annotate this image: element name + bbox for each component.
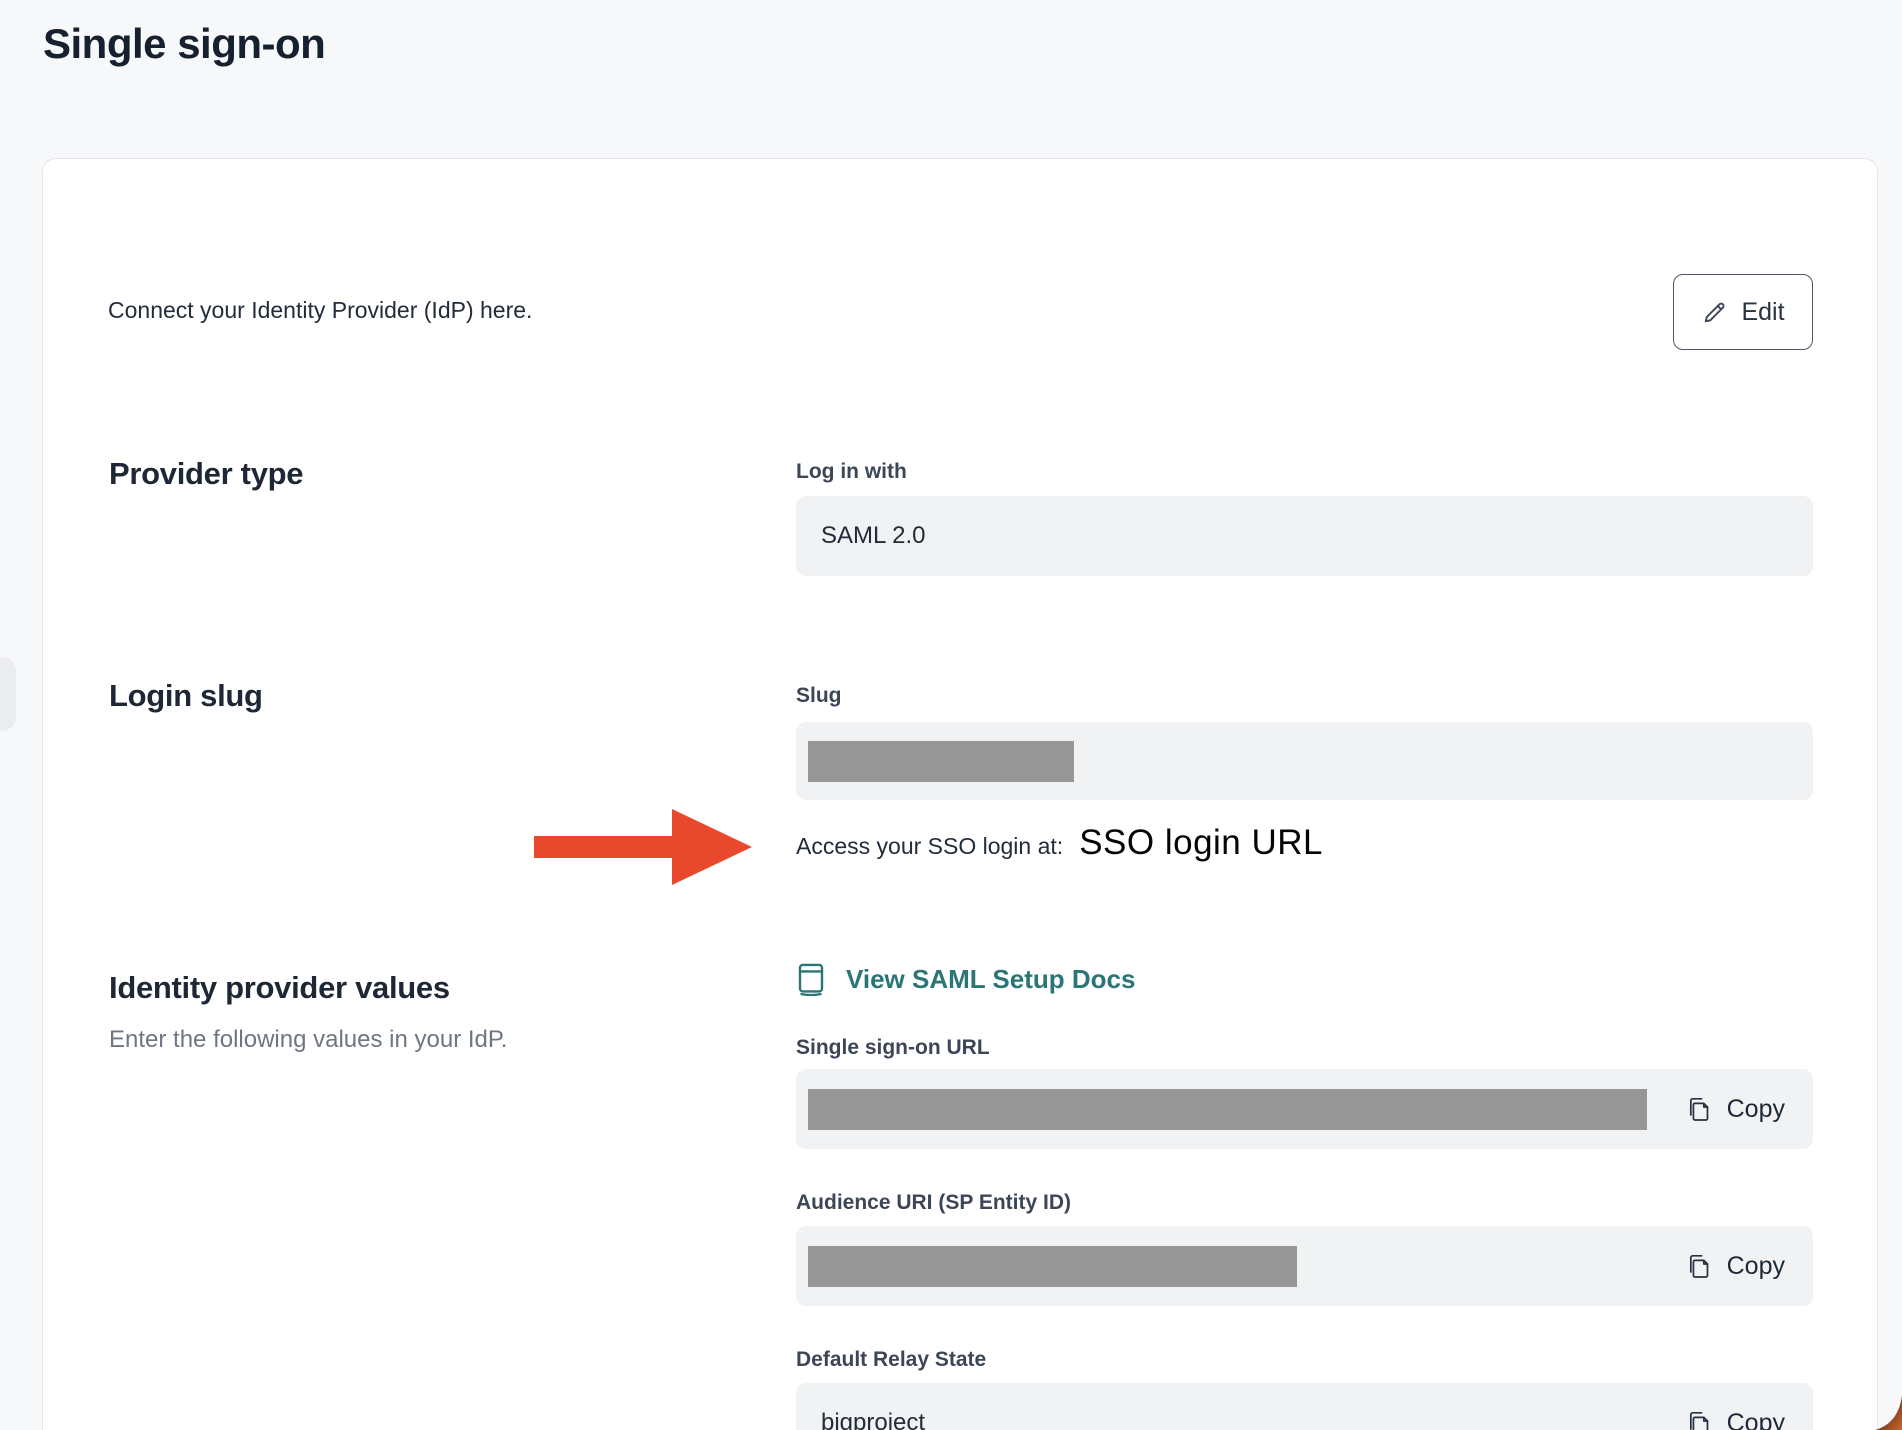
slug-label: Slug	[796, 684, 842, 708]
saml-docs-link[interactable]: View SAML Setup Docs	[796, 962, 1135, 996]
copy-button-label: Copy	[1727, 1409, 1785, 1430]
edit-button-label: Edit	[1741, 298, 1784, 327]
sso-url-redacted-value	[808, 1089, 1647, 1130]
copy-button-label: Copy	[1727, 1095, 1785, 1124]
saml-docs-link-label: View SAML Setup Docs	[846, 964, 1135, 995]
copy-icon	[1687, 1410, 1710, 1430]
copy-icon	[1687, 1253, 1710, 1280]
pencil-icon	[1701, 299, 1728, 326]
relay-state-label: Default Relay State	[796, 1348, 986, 1372]
edit-button[interactable]: Edit	[1673, 274, 1813, 350]
section-heading-idp-values: Identity provider values	[109, 970, 450, 1006]
relay-state-field: bigproject Copy	[796, 1383, 1813, 1430]
sso-url-label: Single sign-on URL	[796, 1036, 990, 1060]
sso-url-field: Copy	[796, 1069, 1813, 1149]
audience-uri-label: Audience URI (SP Entity ID)	[796, 1191, 1071, 1215]
docs-icon	[796, 962, 826, 996]
side-tab-handle	[0, 657, 16, 731]
copy-icon	[1687, 1096, 1710, 1123]
slug-redacted-value	[808, 741, 1074, 782]
idp-values-subheading: Enter the following values in your IdP.	[109, 1026, 507, 1054]
section-heading-provider-type: Provider type	[109, 456, 303, 492]
page-title: Single sign-on	[43, 20, 325, 68]
copy-sso-url-button[interactable]: Copy	[1687, 1069, 1785, 1149]
access-login-text: Access your SSO login at:	[796, 814, 1063, 878]
intro-text: Connect your Identity Provider (IdP) her…	[108, 297, 532, 324]
access-login-line: Access your SSO login at: SSO login URL	[796, 814, 1323, 878]
screen-corner-artifact	[1875, 1395, 1902, 1430]
copy-audience-uri-button[interactable]: Copy	[1687, 1226, 1785, 1306]
sso-login-url-annotation: SSO login URL	[1079, 823, 1323, 863]
copy-relay-state-button[interactable]: Copy	[1687, 1383, 1785, 1430]
relay-state-value: bigproject	[796, 1409, 925, 1430]
provider-type-field: SAML 2.0	[796, 496, 1813, 576]
copy-button-label: Copy	[1727, 1252, 1785, 1281]
sso-settings-card: Connect your Identity Provider (IdP) her…	[42, 158, 1878, 1430]
login-with-label: Log in with	[796, 460, 907, 484]
red-arrow-annotation	[534, 808, 794, 886]
provider-type-value: SAML 2.0	[796, 522, 926, 550]
audience-uri-field: Copy	[796, 1226, 1813, 1306]
audience-uri-redacted-value	[808, 1246, 1297, 1287]
section-heading-login-slug: Login slug	[109, 678, 263, 714]
slug-field	[796, 722, 1813, 800]
